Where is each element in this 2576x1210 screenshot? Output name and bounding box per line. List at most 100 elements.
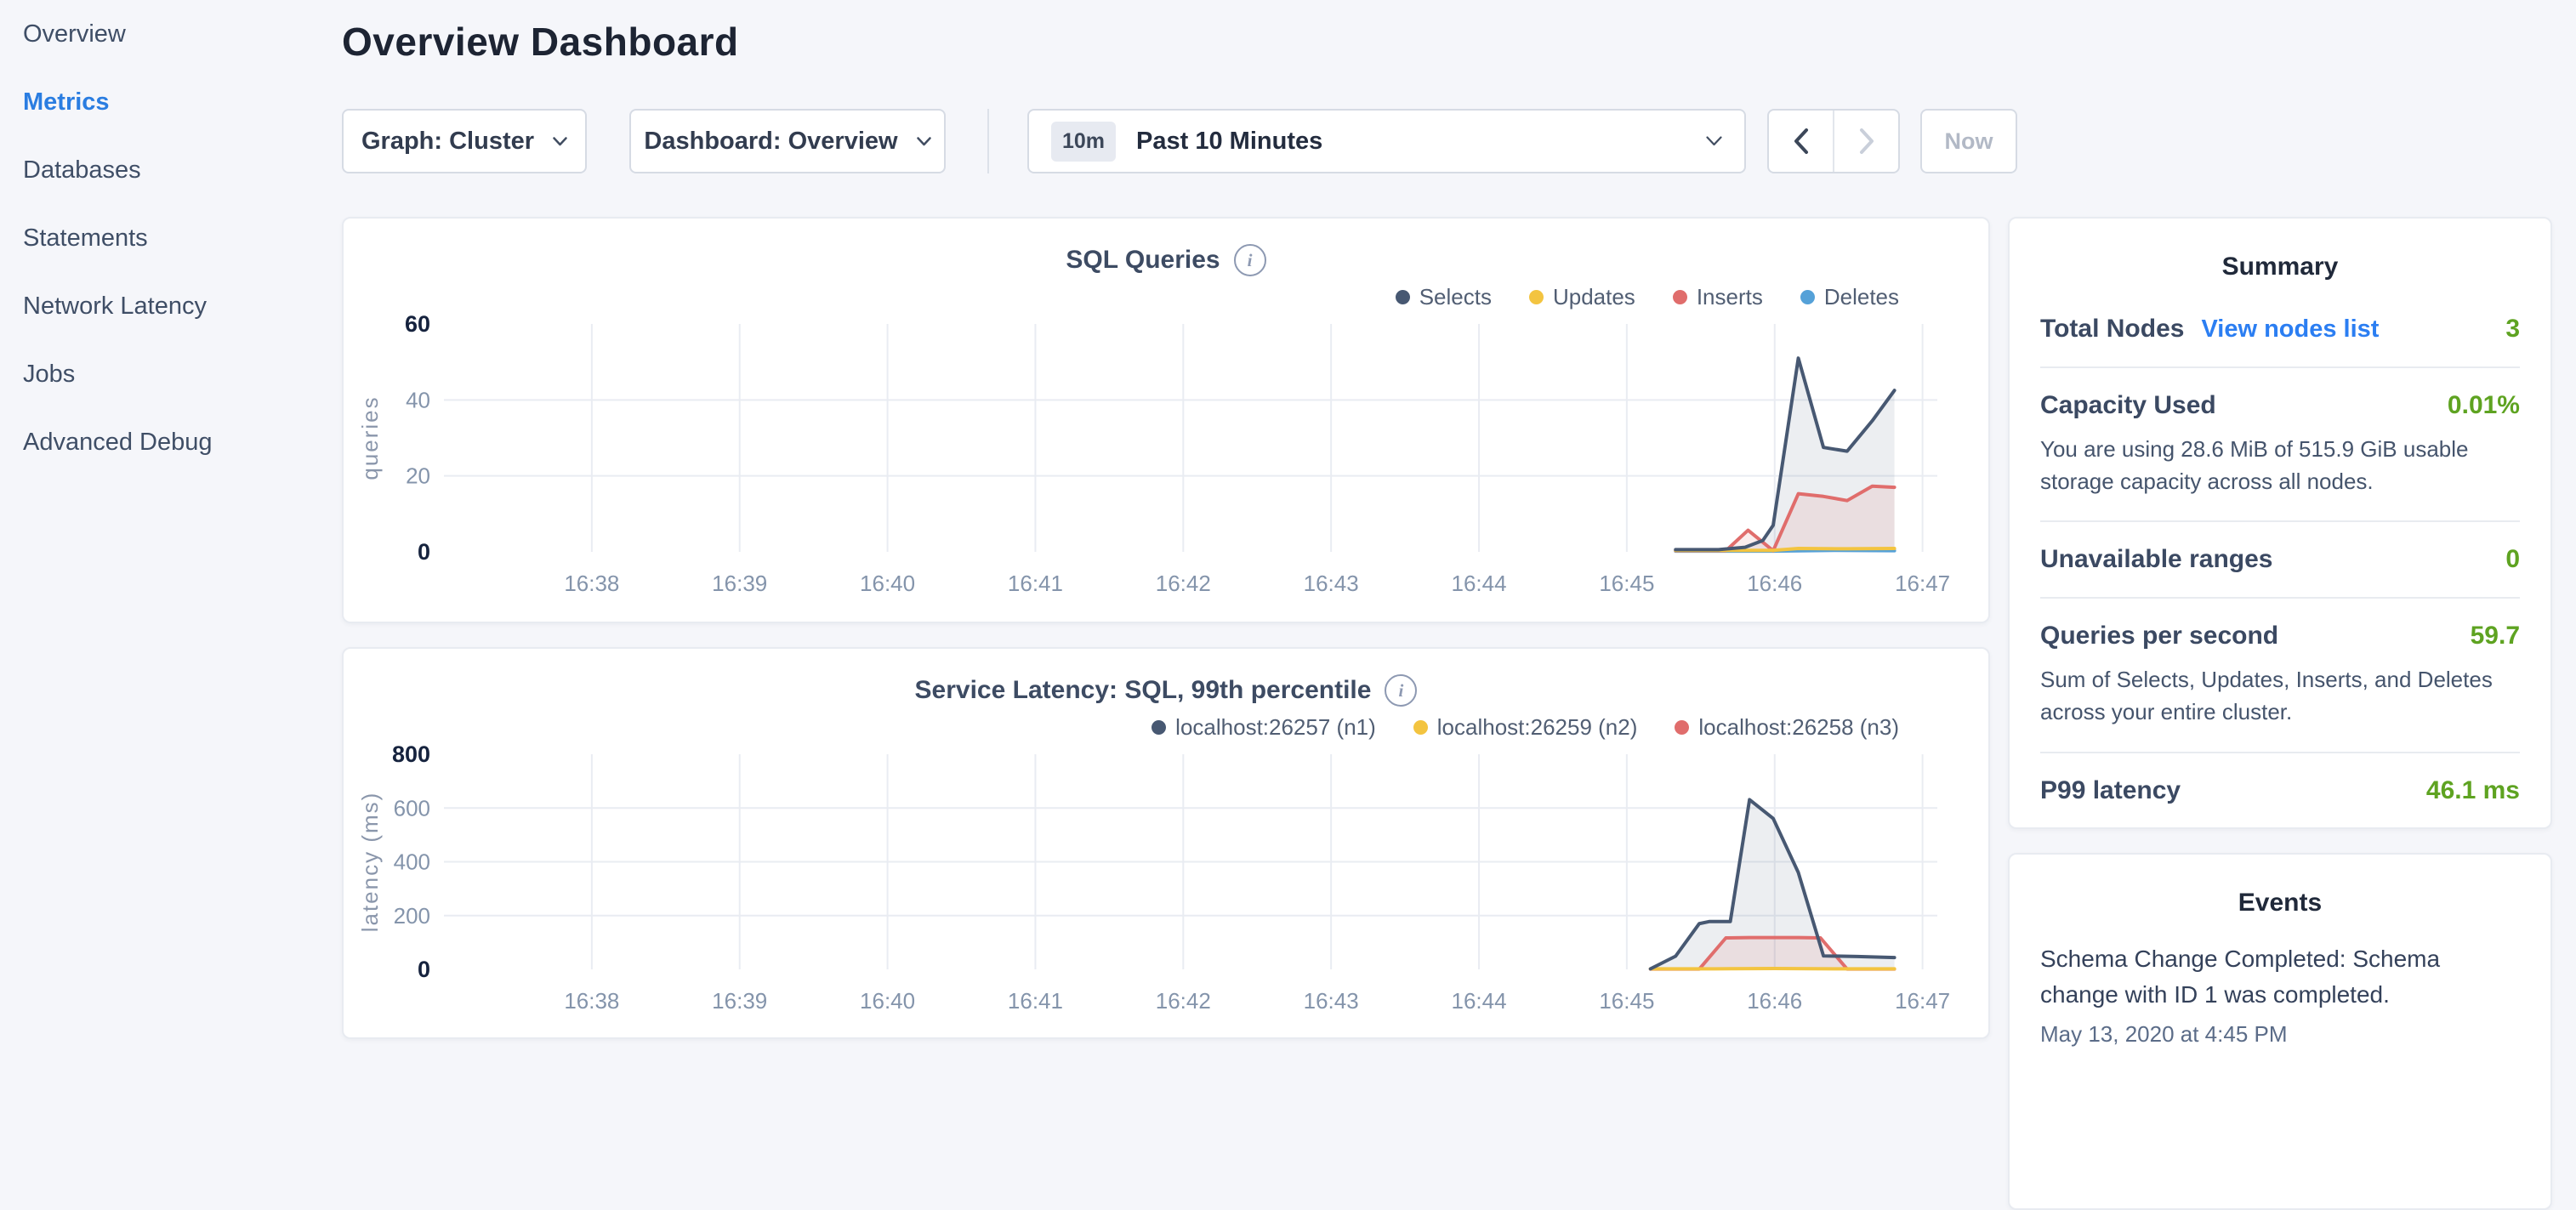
y-axis-label: queries: [357, 395, 383, 480]
summary-value: 3: [2505, 315, 2520, 344]
sidebar-item-label: Network Latency: [23, 293, 207, 321]
summary-label: P99 latency: [2040, 776, 2181, 805]
sidebar-item-advanced-debug[interactable]: Advanced Debug: [0, 408, 342, 476]
x-tick-label: 16:43: [1304, 571, 1359, 596]
chart-legend: Selects Updates Inserts Deletes: [344, 280, 1988, 314]
legend-dot: [1800, 290, 1815, 304]
now-button-label: Now: [1945, 128, 1993, 155]
time-range-selector[interactable]: 10m Past 10 Minutes: [1027, 109, 1746, 173]
x-tick-label: 16:47: [1895, 988, 1950, 1014]
toolbar-divider: [987, 109, 989, 173]
legend-dot: [1529, 290, 1544, 304]
info-icon[interactable]: i: [1385, 674, 1417, 707]
summary-label: Unavailable ranges: [2040, 545, 2272, 574]
summary-value: 59.7: [2471, 622, 2520, 650]
summary-label: Queries per second: [2040, 622, 2278, 650]
legend-item-selects[interactable]: Selects: [1396, 284, 1492, 310]
x-tick-label: 16:39: [712, 571, 767, 596]
legend-label: Selects: [1419, 284, 1492, 310]
sql-queries-chart[interactable]: 16:3816:3916:4016:4116:4216:4316:4416:45…: [344, 314, 1988, 611]
chart-title-row: Service Latency: SQL, 99th percentile i: [344, 671, 1988, 710]
sidebar: Overview Metrics Databases Statements Ne…: [0, 0, 342, 1051]
dashboard-select-label: Dashboard: Overview: [644, 128, 897, 156]
y-tick-label: 400: [394, 849, 430, 875]
y-tick-label: 800: [392, 744, 430, 767]
time-pager: [1767, 109, 1900, 173]
view-nodes-link[interactable]: View nodes list: [2201, 315, 2379, 344]
summary-value: 0.01%: [2448, 391, 2520, 420]
x-tick-label: 16:38: [564, 571, 619, 596]
event-text: Schema Change Completed: Schema change w…: [2040, 941, 2520, 1013]
event-item[interactable]: Schema Change Completed: Schema change w…: [2010, 928, 2550, 1048]
chevron-down-icon: [1706, 136, 1722, 146]
x-tick-label: 16:40: [860, 988, 915, 1014]
next-time-button[interactable]: [1834, 111, 1898, 172]
legend-label: localhost:26259 (n2): [1437, 714, 1638, 741]
y-tick-label: 60: [405, 314, 430, 337]
sidebar-item-label: Statements: [23, 224, 148, 253]
chevron-left-icon: [1793, 128, 1810, 155]
sidebar-item-label: Advanced Debug: [23, 429, 213, 457]
sidebar-item-network-latency[interactable]: Network Latency: [0, 272, 342, 340]
events-panel: Events Schema Change Completed: Schema c…: [2008, 853, 2552, 1210]
chevron-down-icon: [917, 137, 931, 146]
now-button[interactable]: Now: [1920, 109, 2017, 173]
graph-select-dropdown[interactable]: Graph: Cluster: [342, 109, 587, 173]
legend-dot: [1675, 720, 1689, 735]
legend-item-localhost-26259-n2-[interactable]: localhost:26259 (n2): [1413, 714, 1638, 741]
sidebar-item-overview[interactable]: Overview: [0, 0, 342, 68]
x-tick-label: 16:44: [1451, 988, 1506, 1014]
sidebar-item-label: Databases: [23, 156, 141, 185]
time-range-badge: 10m: [1051, 122, 1116, 162]
legend-item-localhost-26257-n1-[interactable]: localhost:26257 (n1): [1152, 714, 1376, 741]
y-tick-label: 40: [406, 387, 430, 412]
x-tick-label: 16:42: [1156, 571, 1211, 596]
legend-label: Inserts: [1697, 284, 1763, 310]
summary-row-unavailable-ranges: Unavailable ranges 0: [2040, 522, 2520, 599]
legend-label: localhost:26258 (n3): [1698, 714, 1899, 741]
summary-row-capacity-used: Capacity Used 0.01% You are using 28.6 M…: [2040, 368, 2520, 522]
x-tick-label: 16:38: [564, 988, 619, 1014]
x-tick-label: 16:40: [860, 571, 915, 596]
page-title: Overview Dashboard: [342, 19, 739, 65]
chart-title: SQL Queries: [1066, 246, 1220, 275]
dashboard-select-dropdown[interactable]: Dashboard: Overview: [629, 109, 946, 173]
legend-item-updates[interactable]: Updates: [1529, 284, 1635, 310]
x-tick-label: 16:45: [1599, 988, 1654, 1014]
legend-item-deletes[interactable]: Deletes: [1800, 284, 1899, 310]
legend-item-inserts[interactable]: Inserts: [1673, 284, 1763, 310]
sidebar-item-jobs[interactable]: Jobs: [0, 340, 342, 408]
service-latency-chart[interactable]: 16:3816:3916:4016:4116:4216:4316:4416:45…: [344, 744, 1988, 1029]
legend-dot: [1152, 720, 1166, 735]
summary-label: Capacity Used: [2040, 391, 2216, 420]
sidebar-item-label: Metrics: [23, 88, 110, 116]
legend-dot: [1396, 290, 1410, 304]
y-tick-label: 0: [418, 957, 430, 982]
chevron-right-icon: [1858, 128, 1875, 155]
info-icon[interactable]: i: [1234, 244, 1266, 276]
prev-time-button[interactable]: [1769, 111, 1834, 172]
chart-title-row: SQL Queries i: [344, 241, 1988, 280]
sidebar-item-statements[interactable]: Statements: [0, 204, 342, 272]
legend-dot: [1673, 290, 1687, 304]
y-tick-label: 20: [406, 463, 430, 489]
sidebar-item-databases[interactable]: Databases: [0, 136, 342, 204]
x-tick-label: 16:47: [1895, 571, 1950, 596]
sidebar-item-label: Jobs: [23, 361, 75, 389]
x-tick-label: 16:46: [1747, 571, 1802, 596]
y-tick-label: 600: [394, 795, 430, 821]
x-tick-label: 16:41: [1008, 988, 1063, 1014]
legend-label: localhost:26257 (n1): [1175, 714, 1376, 741]
legend-item-localhost-26258-n3-[interactable]: localhost:26258 (n3): [1675, 714, 1899, 741]
x-tick-label: 16:39: [712, 988, 767, 1014]
summary-title: Summary: [2010, 253, 2550, 281]
x-tick-label: 16:46: [1747, 988, 1802, 1014]
summary-row-total-nodes: Total Nodes View nodes list 3: [2040, 292, 2520, 368]
event-timestamp: May 13, 2020 at 4:45 PM: [2040, 1021, 2520, 1048]
sidebar-item-metrics[interactable]: Metrics: [0, 68, 342, 136]
y-axis-label: latency (ms): [357, 792, 383, 933]
graph-select-label: Graph: Cluster: [361, 128, 534, 156]
events-title: Events: [2010, 889, 2550, 917]
time-range-label: Past 10 Minutes: [1136, 128, 1686, 156]
summary-value: 0: [2505, 545, 2520, 574]
